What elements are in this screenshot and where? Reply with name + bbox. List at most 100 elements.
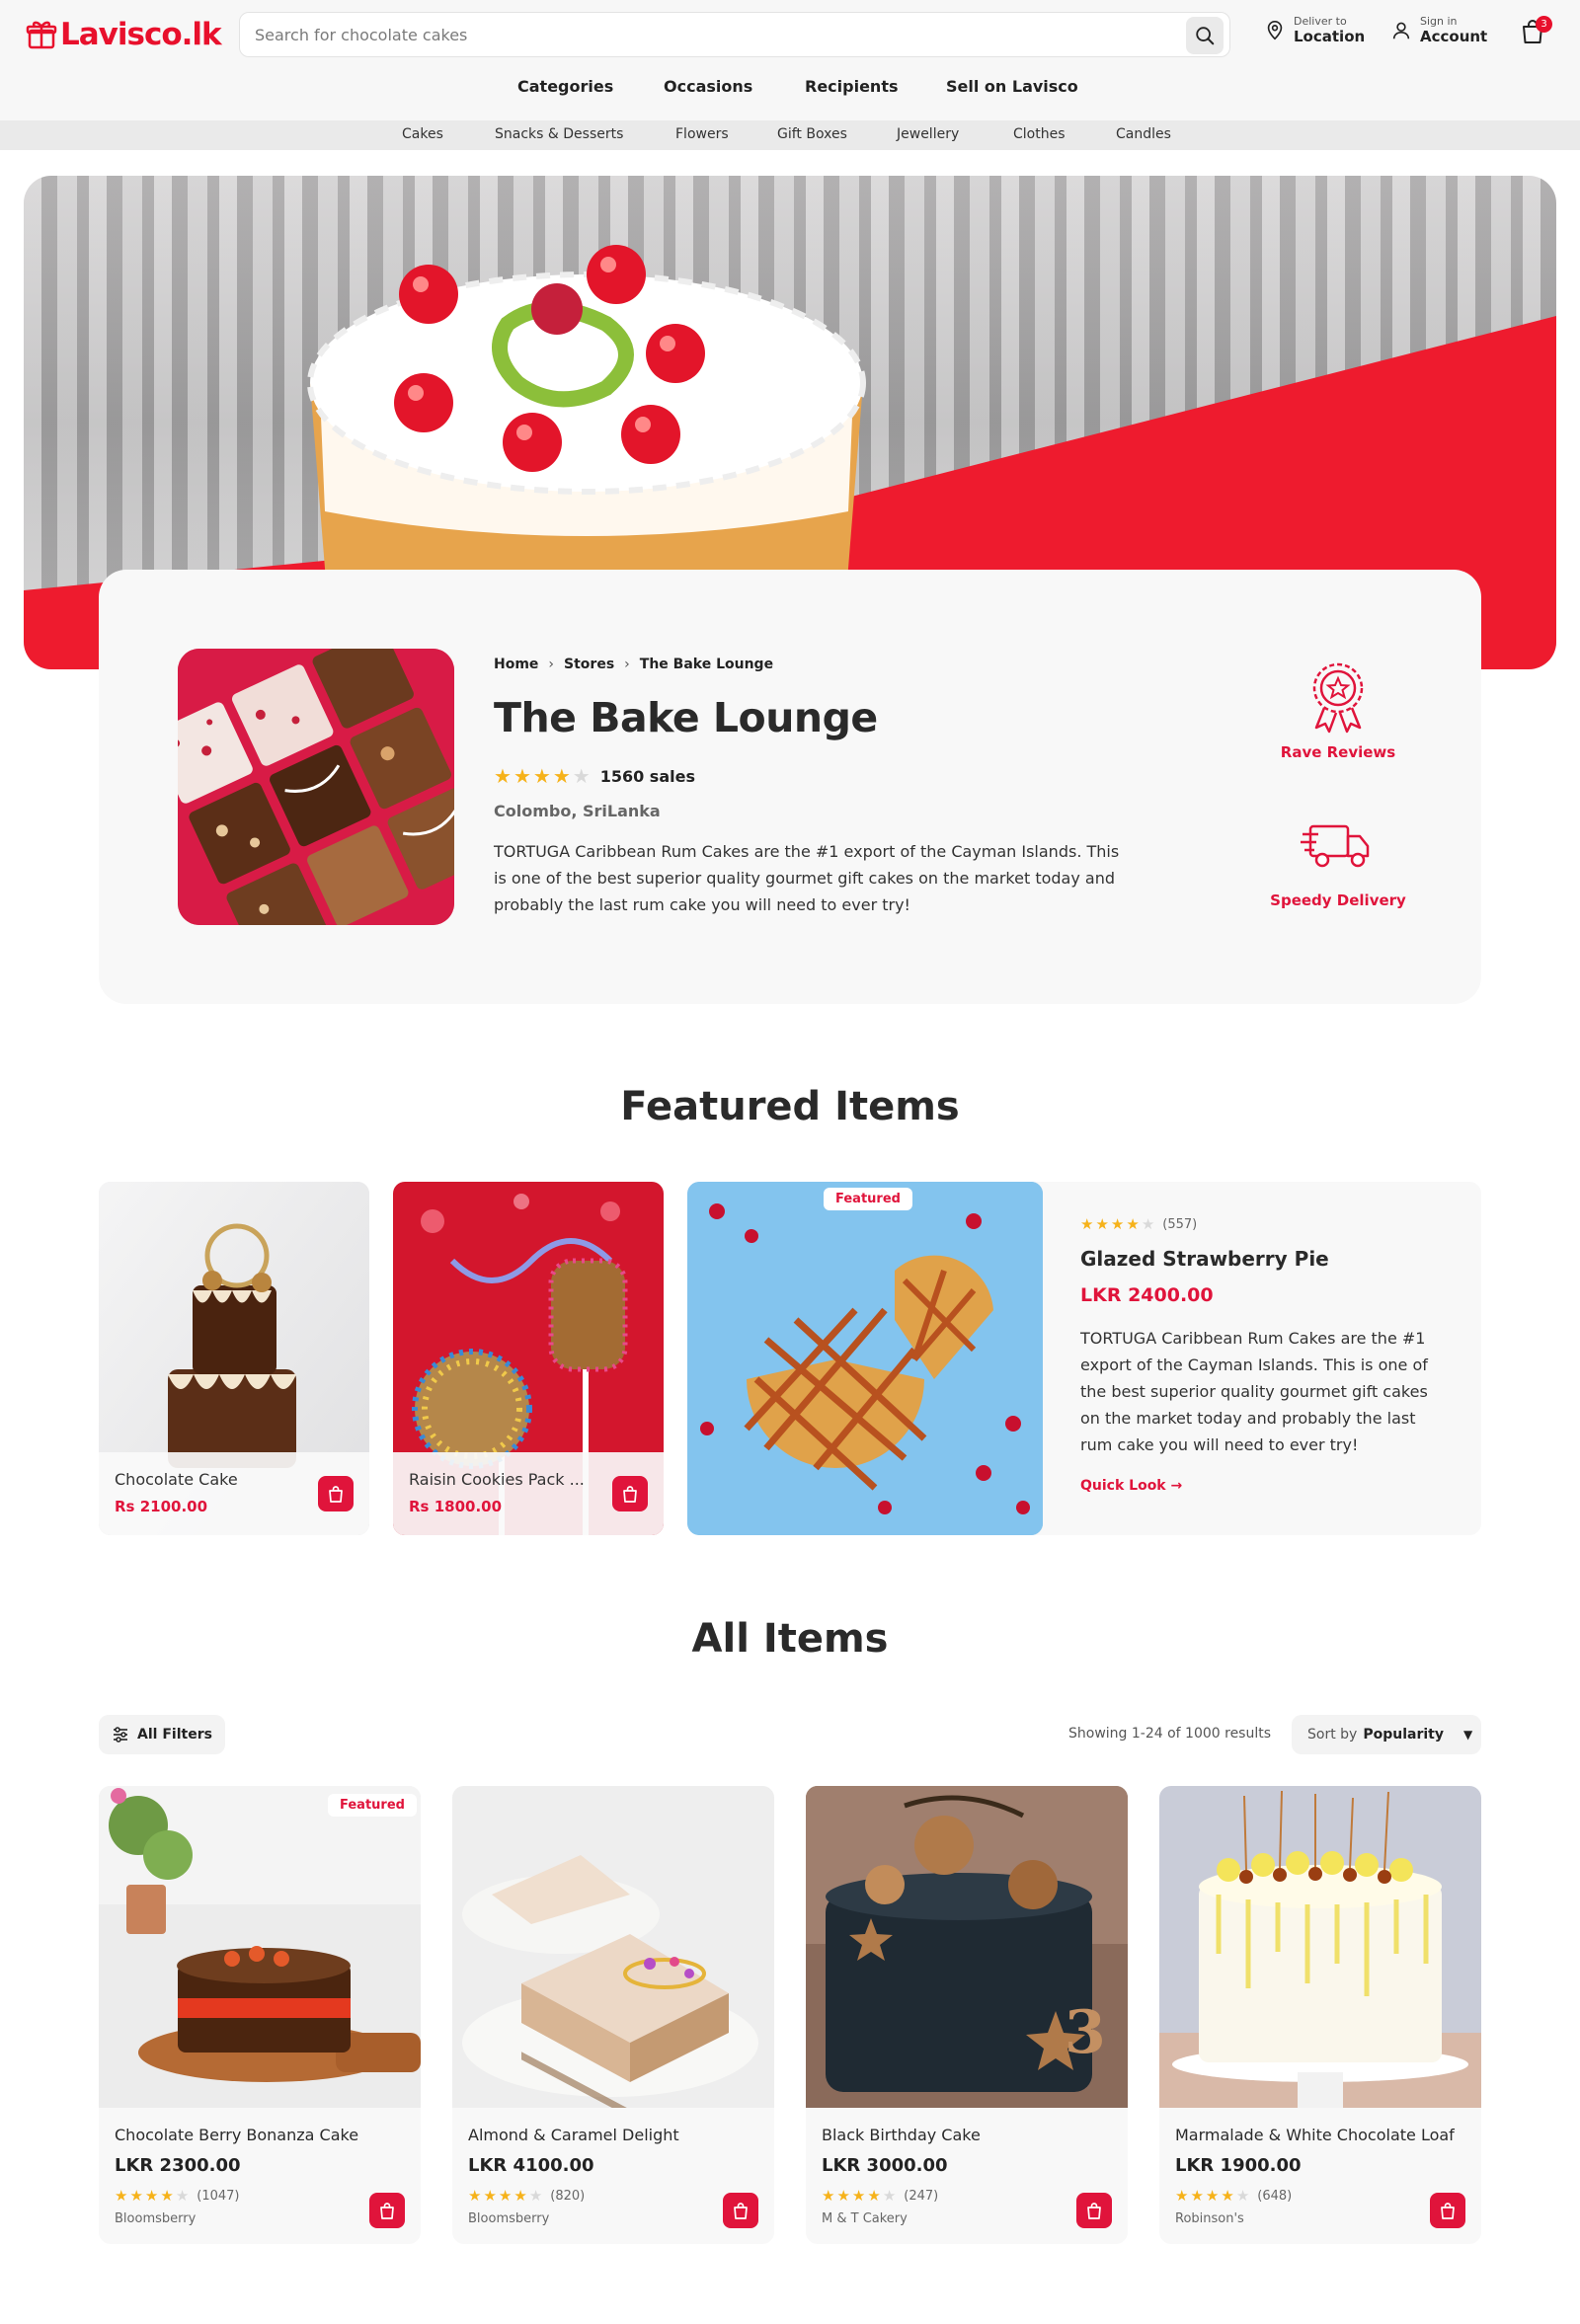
strawberry-pie-image [687,1182,1043,1535]
star-icon: ★ [1095,1215,1109,1233]
product-name[interactable]: Almond & Caramel Delight [468,2126,679,2144]
star-rating: ★ ★ ★ ★ ★ [468,2189,542,2204]
product-store[interactable]: Robinson's [1175,2211,1244,2226]
star-icon: ★ [1205,2187,1220,2205]
cart-button[interactable]: 3 [1519,16,1552,49]
star-icon: ★ [867,2187,881,2205]
add-to-cart-button[interactable] [723,2193,758,2228]
shopping-bag-icon [734,2203,748,2219]
subnav-candles[interactable]: Candles [1116,126,1171,142]
add-to-cart-button[interactable] [612,1476,648,1511]
star-rating: ★ ★ ★ ★ ★ [115,2189,189,2204]
subnav-clothes[interactable]: Clothes [1013,126,1066,142]
product-card[interactable]: 3 Black Birthday Cake LKR 3000.00 ★ ★ ★ ★ ★ … [806,1786,1128,2244]
product-rating: ★ ★ ★ ★ ★ (1047) [115,2189,240,2205]
search-button[interactable] [1186,17,1224,54]
deliver-to-label: Deliver to [1294,15,1347,28]
product-name[interactable]: Chocolate Cake [115,1470,292,1489]
star-icon: ★ [468,2187,482,2205]
all-filters-label: All Filters [137,1727,212,1743]
nav-recipients[interactable]: Recipients [805,77,899,96]
product-name[interactable]: Raisin Cookies Pack ... [409,1470,587,1489]
deliver-to-location[interactable]: Deliver to Location [1264,15,1365,45]
nav-sell-on-lavisco[interactable]: Sell on Lavisco [946,77,1078,96]
store-sales: 1560 sales [599,766,695,786]
quick-look-label: Quick Look [1080,1478,1166,1494]
featured-highlight-image[interactable]: Featured [687,1182,1043,1535]
subnav-cakes[interactable]: Cakes [402,126,443,142]
product-name[interactable]: Chocolate Berry Bonanza Cake [115,2126,358,2144]
featured-product-card[interactable]: Chocolate Cake Rs 2100.00 [99,1182,369,1535]
brand-name: Lavisco.lk [60,17,222,52]
rave-reviews-label: Rave Reviews [1280,743,1396,761]
product-card[interactable]: Featured Chocolate Berry Bonanza Cake LK… [99,1786,421,2244]
review-count: (557) [1162,1217,1198,1232]
product-store[interactable]: Bloomsberry [115,2211,196,2226]
nav-categories[interactable]: Categories [517,77,613,96]
nav-occasions[interactable]: Occasions [664,77,752,96]
sort-prefix: Sort by [1307,1727,1358,1743]
arrow-right-icon: → [1170,1478,1183,1494]
add-to-cart-button[interactable] [1076,2193,1112,2228]
product-price: Rs 2100.00 [115,1498,208,1515]
search-bar [239,12,1230,57]
rave-reviews-badge: Rave Reviews [1239,657,1437,761]
product-card[interactable]: Marmalade & White Chocolate Loaf LKR 190… [1159,1786,1481,2244]
star-icon: ★ [514,2187,527,2205]
marmalade-loaf-image [1159,1786,1481,2108]
star-icon: ★ [144,2187,159,2205]
add-to-cart-button[interactable] [318,1476,354,1511]
product-name[interactable]: Marmalade & White Chocolate Loaf [1175,2126,1455,2144]
cart-count-badge: 3 [1536,16,1552,33]
product-image[interactable] [452,1786,774,2108]
star-icon: ★ [1175,2187,1189,2205]
chocolate-berry-cake-image [99,1786,421,2108]
product-price: LKR 3000.00 [822,2155,948,2176]
shopping-bag-icon [1087,2203,1101,2219]
account-menu[interactable]: Sign in Account [1390,15,1487,45]
quick-look-link[interactable]: Quick Look → [1080,1478,1182,1494]
top-header: Lavisco.lk Deliver to Location Sign in A… [0,0,1580,120]
highlight-rating: ★ ★ ★ ★ ★ (557) [1080,1215,1198,1233]
star-empty-icon: ★ [1235,2187,1250,2205]
product-price: LKR 1900.00 [1175,2155,1302,2176]
search-input[interactable] [240,13,1229,56]
sort-dropdown[interactable]: Sort by Popularity ▼ [1292,1715,1481,1754]
product-name[interactable]: Black Birthday Cake [822,2126,981,2144]
add-to-cart-button[interactable] [1430,2193,1465,2228]
add-to-cart-button[interactable] [369,2193,405,2228]
star-icon: ★ [552,764,571,788]
highlight-product-name[interactable]: Glazed Strawberry Pie [1080,1247,1329,1271]
category-subnav: Cakes Snacks & Desserts Flowers Gift Box… [0,120,1580,150]
main-navigation: Categories Occasions Recipients Sell on … [0,71,1580,103]
brand-logo[interactable]: Lavisco.lk [26,14,222,55]
star-icon: ★ [1110,1215,1125,1233]
shopping-bag-icon [329,1486,343,1503]
star-icon: ★ [115,2187,128,2205]
product-image[interactable]: Featured [99,1786,421,2108]
star-empty-icon: ★ [528,2187,543,2205]
featured-product-card[interactable]: Raisin Cookies Pack ... Rs 1800.00 [393,1182,664,1535]
subnav-flowers[interactable]: Flowers [675,126,729,142]
product-card[interactable]: Almond & Caramel Delight LKR 4100.00 ★ ★ ★… [452,1786,774,2244]
subnav-jewellery[interactable]: Jewellery [897,126,959,142]
chevron-right-icon: › [548,657,555,672]
subnav-snacks-desserts[interactable]: Snacks & Desserts [495,126,623,142]
breadcrumb-home[interactable]: Home [494,657,538,672]
review-count: (247) [904,2189,939,2204]
breadcrumb-stores[interactable]: Stores [564,657,614,672]
product-image[interactable] [1159,1786,1481,2108]
review-count: (820) [550,2189,586,2204]
star-icon: ★ [1221,2187,1234,2205]
product-store[interactable]: Bloomsberry [468,2211,549,2226]
subnav-gift-boxes[interactable]: Gift Boxes [777,126,847,142]
all-filters-button[interactable]: All Filters [99,1715,225,1754]
user-icon [1392,22,1410,39]
star-icon: ★ [494,764,512,788]
location-pin-icon [1267,20,1283,39]
sign-in-label: Sign in [1420,15,1458,28]
speedy-delivery-badge: Speedy Delivery [1239,805,1437,909]
results-count: Showing 1-24 of 1000 results [1068,1726,1272,1742]
product-store[interactable]: M & T Cakery [822,2211,908,2226]
product-image[interactable]: 3 [806,1786,1128,2108]
